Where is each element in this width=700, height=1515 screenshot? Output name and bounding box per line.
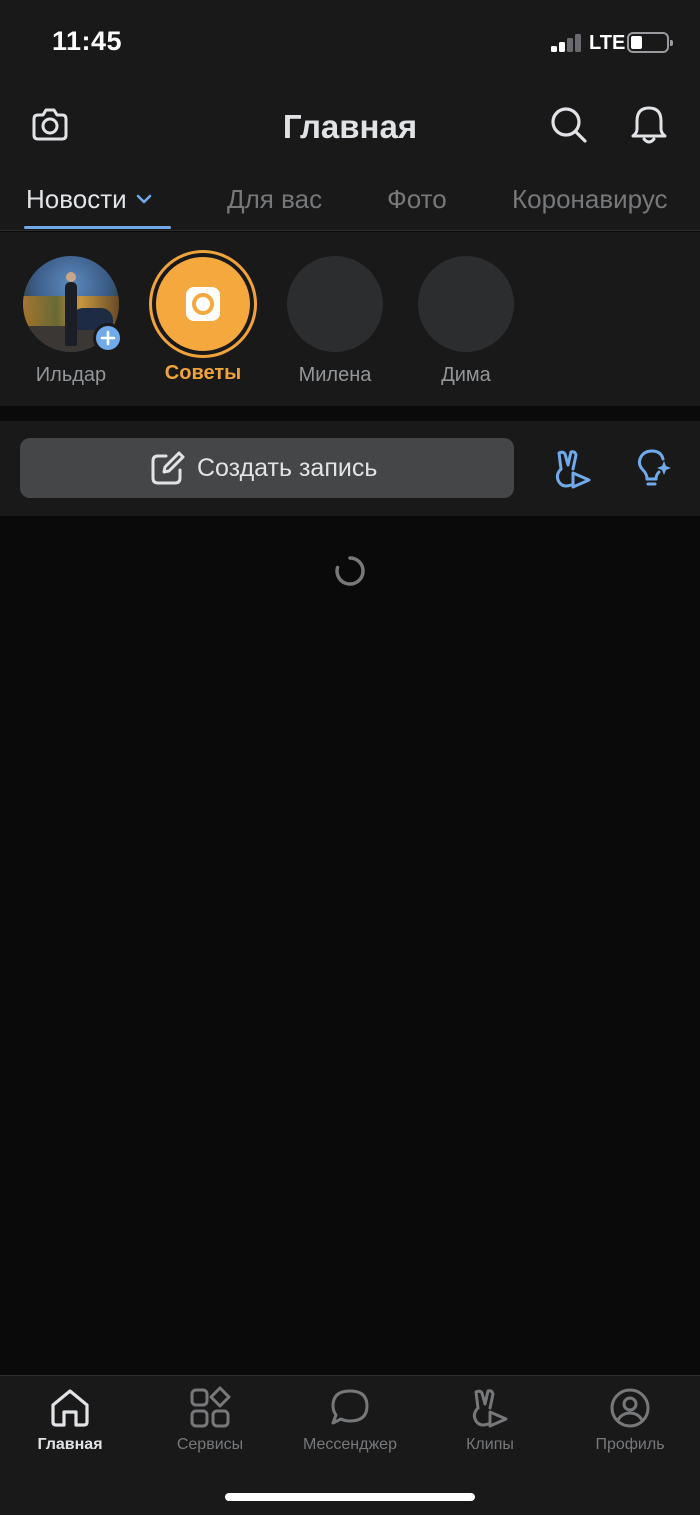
story-milena[interactable]: Милена xyxy=(275,256,395,387)
loading-spinner xyxy=(333,554,367,588)
messenger-icon xyxy=(331,1389,369,1425)
nav-label: Сервисы xyxy=(176,1436,244,1453)
bell-icon[interactable] xyxy=(627,103,671,147)
clips-icon[interactable] xyxy=(551,447,595,491)
clips-icon xyxy=(472,1389,508,1428)
nav-profile[interactable]: Профиль xyxy=(560,1386,700,1454)
tab-photo[interactable]: Фото xyxy=(387,184,447,215)
status-bar: 11:45 LTE xyxy=(0,0,700,88)
story-name: Советы xyxy=(164,362,242,384)
stories-row: Ильдар Советы Милена Дима xyxy=(0,232,700,406)
tab-news[interactable]: Новости xyxy=(26,184,153,215)
top-header: Главная xyxy=(0,88,700,168)
home-indicator xyxy=(225,1493,475,1501)
avatar-placeholder xyxy=(418,256,514,352)
story-sovety[interactable]: Советы xyxy=(143,250,263,385)
nav-label: Мессенджер xyxy=(303,1436,397,1453)
nav-label: Клипы xyxy=(466,1436,514,1453)
status-time: 11:45 xyxy=(52,26,123,56)
edit-icon xyxy=(151,451,185,485)
lightbulb-icon[interactable] xyxy=(631,447,675,491)
story-dima[interactable]: Дима xyxy=(406,256,526,387)
add-story-icon[interactable] xyxy=(93,323,123,353)
battery-icon xyxy=(627,32,673,53)
chevron-down-icon xyxy=(136,194,151,204)
tab-for-you[interactable]: Для вас xyxy=(227,184,322,215)
screen: 11:45 LTE Главная Новости Для вас Фото К… xyxy=(0,0,700,1515)
profile-icon xyxy=(610,1388,650,1428)
tab-coronavirus[interactable]: Коронавирус xyxy=(512,184,668,215)
nav-clips[interactable]: Клипы xyxy=(420,1386,560,1454)
nav-services[interactable]: Сервисы xyxy=(140,1386,280,1454)
nav-label: Профиль xyxy=(595,1436,665,1453)
home-icon xyxy=(51,1389,89,1427)
post-composer: Создать запись xyxy=(0,421,700,516)
active-tab-indicator xyxy=(24,226,171,229)
story-ildar[interactable]: Ильдар xyxy=(11,256,131,387)
sovety-avatar xyxy=(156,257,250,351)
tab-news-label: Новости xyxy=(26,184,127,214)
services-icon xyxy=(190,1386,231,1428)
feed-tabs: Новости Для вас Фото Коронавирус xyxy=(0,168,700,231)
story-name: Милена xyxy=(298,364,372,386)
story-name: Ильдар xyxy=(35,364,107,386)
create-post-button[interactable]: Создать запись xyxy=(20,438,514,498)
search-icon[interactable] xyxy=(547,103,591,147)
network-type: LTE xyxy=(589,32,626,54)
avatar-placeholder xyxy=(287,256,383,352)
nav-home[interactable]: Главная xyxy=(0,1386,140,1454)
camera-icon xyxy=(186,287,220,321)
story-name: Дима xyxy=(441,364,491,386)
nav-messenger[interactable]: Мессенджер xyxy=(280,1386,420,1454)
signal-icon xyxy=(551,34,581,52)
nav-label: Главная xyxy=(37,1436,103,1453)
page-title: Главная xyxy=(282,108,418,145)
story-ring xyxy=(149,250,257,358)
section-divider xyxy=(0,406,700,421)
create-post-label: Создать запись xyxy=(197,454,378,482)
